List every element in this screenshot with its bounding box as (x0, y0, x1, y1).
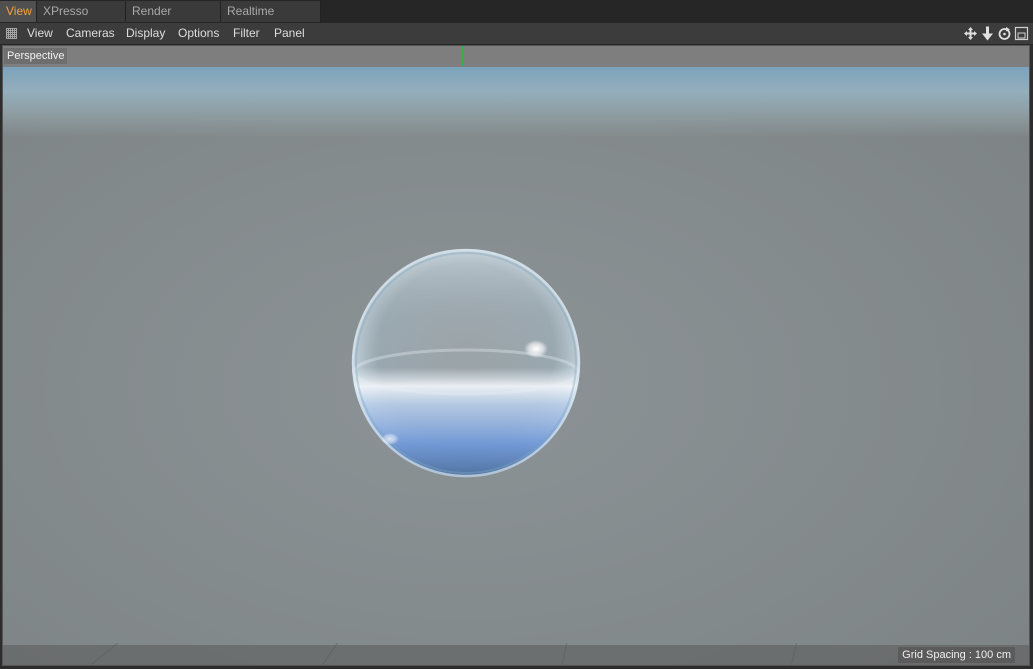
viewport-window: View XPresso Editor Render Settings Real… (0, 0, 1033, 669)
y-axis-line (462, 46, 463, 66)
grid-spacing-label: Grid Spacing : 100 cm (898, 647, 1015, 663)
menu-filter[interactable]: Filter (233, 23, 260, 44)
tab-xpresso-editor[interactable]: XPresso Editor (37, 1, 126, 39)
menu-options[interactable]: Options (178, 23, 219, 44)
glass-sphere[interactable] (350, 247, 582, 479)
move-view-icon[interactable] (963, 25, 978, 42)
navigation-icons (963, 25, 1029, 42)
toggle-layout-icon[interactable] (1014, 25, 1029, 42)
menu-display[interactable]: Display (126, 23, 165, 44)
tab-render-settings[interactable]: Render Settings (126, 1, 221, 39)
rotate-view-icon[interactable] (997, 25, 1012, 42)
3d-viewport[interactable]: Perspective Grid Spacing: 100 cm (2, 45, 1030, 666)
camera-label[interactable]: Perspective (4, 48, 68, 64)
sky-horizon (3, 67, 1029, 137)
viewport-header: Perspective (3, 46, 1029, 67)
tab-view[interactable]: View (0, 1, 37, 22)
viewport-status-bar: Grid Spacing : 100 cm (3, 645, 1029, 665)
menu-cameras[interactable]: Cameras (66, 23, 115, 44)
menu-panel[interactable]: Panel (274, 23, 305, 44)
tab-bar: View XPresso Editor Render Settings Real… (0, 0, 1033, 39)
grip-icon[interactable] (6, 28, 17, 39)
dolly-view-icon[interactable] (980, 25, 995, 42)
tab-realtime-preview[interactable]: Realtime Preview (221, 1, 321, 39)
viewport-menu-bar: View Cameras Display Options Filter Pane… (0, 23, 1033, 45)
menu-view[interactable]: View (27, 23, 53, 44)
